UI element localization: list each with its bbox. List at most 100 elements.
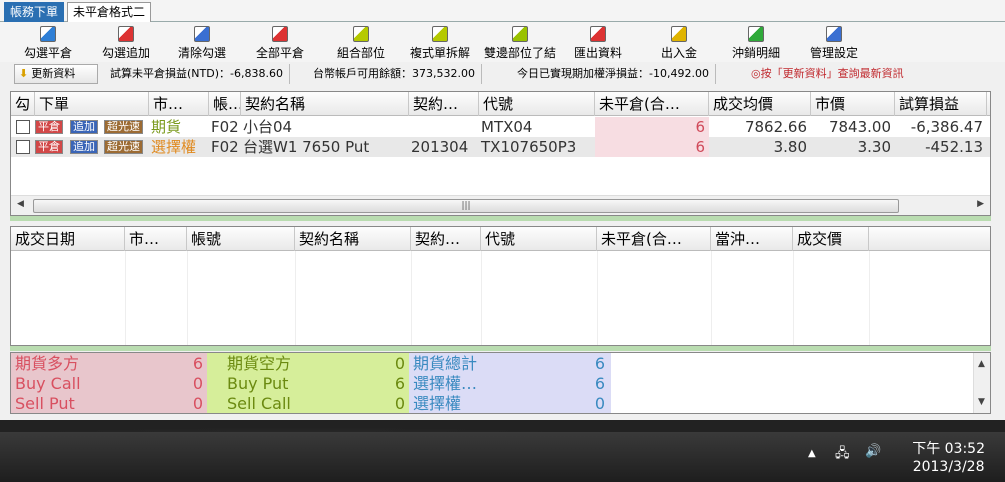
row-checkbox[interactable]: [16, 140, 30, 154]
network-icon[interactable]: 🖧: [835, 444, 850, 466]
position-col-header-10[interactable]: 試算損益: [895, 92, 987, 116]
trade-col-header-8[interactable]: 成交價: [793, 227, 869, 251]
summary-value: 6: [511, 353, 611, 374]
vertical-scrollbar[interactable]: ▲ ▼: [973, 353, 990, 413]
grid-line: [711, 251, 712, 345]
position-col-header-4[interactable]: 契約名稱: [241, 92, 409, 116]
toolbar-button-9[interactable]: 沖銷明細: [714, 26, 798, 60]
toolbar-button-1[interactable]: 勾選追加: [84, 26, 168, 60]
trade-col-header-6[interactable]: 未平倉(合…: [597, 227, 711, 251]
splitter-2[interactable]: [10, 346, 991, 351]
market-cell: 選擇權: [151, 138, 197, 156]
close-position-button[interactable]: 平倉: [35, 140, 63, 154]
horizontal-scrollbar[interactable]: ◀ ||| ▶: [11, 195, 990, 215]
position-col-header-7[interactable]: 未平倉(合…: [595, 92, 709, 116]
refresh-label: 更新資料: [31, 67, 76, 80]
tab-open-position-format2[interactable]: 未平倉格式二: [67, 2, 152, 22]
position-col-header-8[interactable]: 成交均價: [709, 92, 811, 116]
close-all-icon: [272, 26, 288, 42]
market-price-cell: 7843.00: [828, 118, 891, 136]
close-position-button[interactable]: 平倉: [35, 120, 63, 134]
trade-col-header-4[interactable]: 契約…: [411, 227, 481, 251]
scroll-right-icon[interactable]: ▶: [977, 199, 984, 209]
scroll-left-icon[interactable]: ◀: [17, 199, 24, 209]
toolbar-button-3[interactable]: 全部平倉: [238, 26, 322, 60]
market-cell: 期貨: [151, 118, 182, 136]
down-arrow-icon: ⬇: [19, 67, 29, 80]
scroll-thumb[interactable]: |||: [33, 199, 899, 213]
trade-col-header-0[interactable]: 成交日期: [11, 227, 125, 251]
toolbar-button-label: 管理設定: [809, 46, 858, 60]
summary-value: 0: [311, 353, 411, 374]
toolbar-button-label: 全部平倉: [255, 46, 304, 60]
contract-month-cell: 201304: [411, 138, 469, 156]
position-col-header-1[interactable]: 下單: [35, 92, 149, 116]
position-col-header-2[interactable]: 市…: [149, 92, 209, 116]
refresh-hint: ◎按「更新資料」查詢最新資訊: [751, 67, 904, 80]
volume-icon[interactable]: 🔊: [865, 444, 881, 459]
trade-col-header-7[interactable]: 當沖…: [711, 227, 793, 251]
toolbar: 勾選平倉 勾選追加 清除勾選 全部平倉 組合部位 複式單拆解 雙邊部位了結 匯出資料 出入金 沖銷…: [0, 22, 1005, 62]
position-col-header-0[interactable]: 勾: [11, 92, 35, 116]
row-checkbox[interactable]: [16, 120, 30, 134]
avg-price-cell: 7862.66: [744, 118, 807, 136]
position-col-header-6[interactable]: 代號: [479, 92, 595, 116]
add-position-button[interactable]: 追加: [70, 120, 98, 134]
contract-name-cell: 小台04: [243, 118, 293, 136]
summary-label: 選擇權: [409, 393, 511, 413]
refresh-button[interactable]: ⬇ 更新資料: [14, 64, 98, 84]
check-close-icon: [40, 26, 56, 42]
scroll-down-icon[interactable]: ▼: [978, 397, 985, 407]
toolbar-button-2[interactable]: 清除勾選: [160, 26, 244, 60]
unrealized-pnl: 試算未平倉損益(NTD)：-6,838.60: [104, 64, 290, 84]
flash-order-button[interactable]: 超光速: [104, 140, 143, 154]
position-summary: 期貨多方 6 期貨空方 0 期貨總計 6 Buy Call 0 Buy Put 6 選擇權… 6 Sel…: [10, 352, 991, 414]
tab-account-order[interactable]: 帳務下單: [4, 2, 65, 22]
avg-price-cell: 3.80: [773, 138, 807, 156]
toolbar-button-5[interactable]: 複式單拆解: [398, 26, 482, 60]
code-cell: TX107650P3: [481, 138, 577, 156]
toolbar-button-0[interactable]: 勾選平倉: [6, 26, 90, 60]
summary-label: Sell Call: [207, 393, 311, 413]
grid-line: [869, 251, 870, 345]
position-col-header-3[interactable]: 帳…: [209, 92, 241, 116]
toolbar-button-10[interactable]: 管理設定: [792, 26, 876, 60]
splitter[interactable]: [10, 216, 991, 221]
position-col-header-9[interactable]: 市價: [811, 92, 895, 116]
account-cell: F02: [211, 138, 239, 156]
open-position-cell: 6: [595, 117, 709, 137]
trade-grid: 成交日期 市… 帳號 契約名稱 契約… 代號 未平倉(合… 當沖… 成交價: [10, 226, 991, 346]
trade-col-header-5[interactable]: 代號: [481, 227, 597, 251]
position-grid-header: 勾下單 市… 帳… 契約名稱 契約… 代號 未平倉(合… 成交均價 市價 試算損益: [11, 92, 990, 116]
toolbar-button-7[interactable]: 匯出資料: [556, 26, 640, 60]
trade-col-header-2[interactable]: 帳號: [187, 227, 295, 251]
trade-col-header-1[interactable]: 市…: [125, 227, 187, 251]
offset-detail-icon: [748, 26, 764, 42]
settings-icon: [826, 26, 842, 42]
toolbar-button-8[interactable]: 出入金: [637, 26, 721, 60]
pnl-cell: -452.13: [925, 138, 983, 156]
toolbar-button-label: 勾選追加: [101, 46, 150, 60]
summary-value: 6: [311, 373, 411, 394]
add-position-button[interactable]: 追加: [70, 140, 98, 154]
split-order-icon: [432, 26, 448, 42]
trade-col-header-3[interactable]: 契約名稱: [295, 227, 411, 251]
position-col-header-5[interactable]: 契約…: [409, 92, 479, 116]
summary-row: Sell Put 0 Sell Call 0 選擇權 0: [11, 393, 611, 413]
toolbar-button-4[interactable]: 組合部位: [319, 26, 403, 60]
show-hidden-icons[interactable]: ▲: [808, 448, 816, 459]
open-position-cell: 6: [595, 137, 709, 157]
contract-name-cell: 台選W1 7650 Put: [243, 138, 370, 156]
contract-month-cell: [409, 117, 479, 137]
summary-label: 期貨空方: [207, 353, 311, 374]
flash-order-button[interactable]: 超光速: [104, 120, 143, 134]
toolbar-button-6[interactable]: 雙邊部位了結: [478, 26, 562, 60]
toolbar-button-label: 清除勾選: [177, 46, 226, 60]
table-row[interactable]: 平倉 追加 超光速 選擇權 F02 台選W1 7650 Put 201304 TX107650…: [11, 137, 990, 157]
table-row[interactable]: 平倉 追加 超光速 期貨 F02 小台04 MTX04 6 7862.66 7843.00 -6,3…: [11, 117, 990, 137]
toolbar-button-label: 組合部位: [336, 46, 385, 60]
toolbar-button-label: 雙邊部位了結: [483, 46, 556, 60]
clock[interactable]: 下午 03:52 2013/3/28: [912, 440, 985, 476]
scroll-up-icon[interactable]: ▲: [978, 359, 985, 369]
available-balance: 台幣帳戶可用餘額：373,532.00: [307, 64, 482, 84]
